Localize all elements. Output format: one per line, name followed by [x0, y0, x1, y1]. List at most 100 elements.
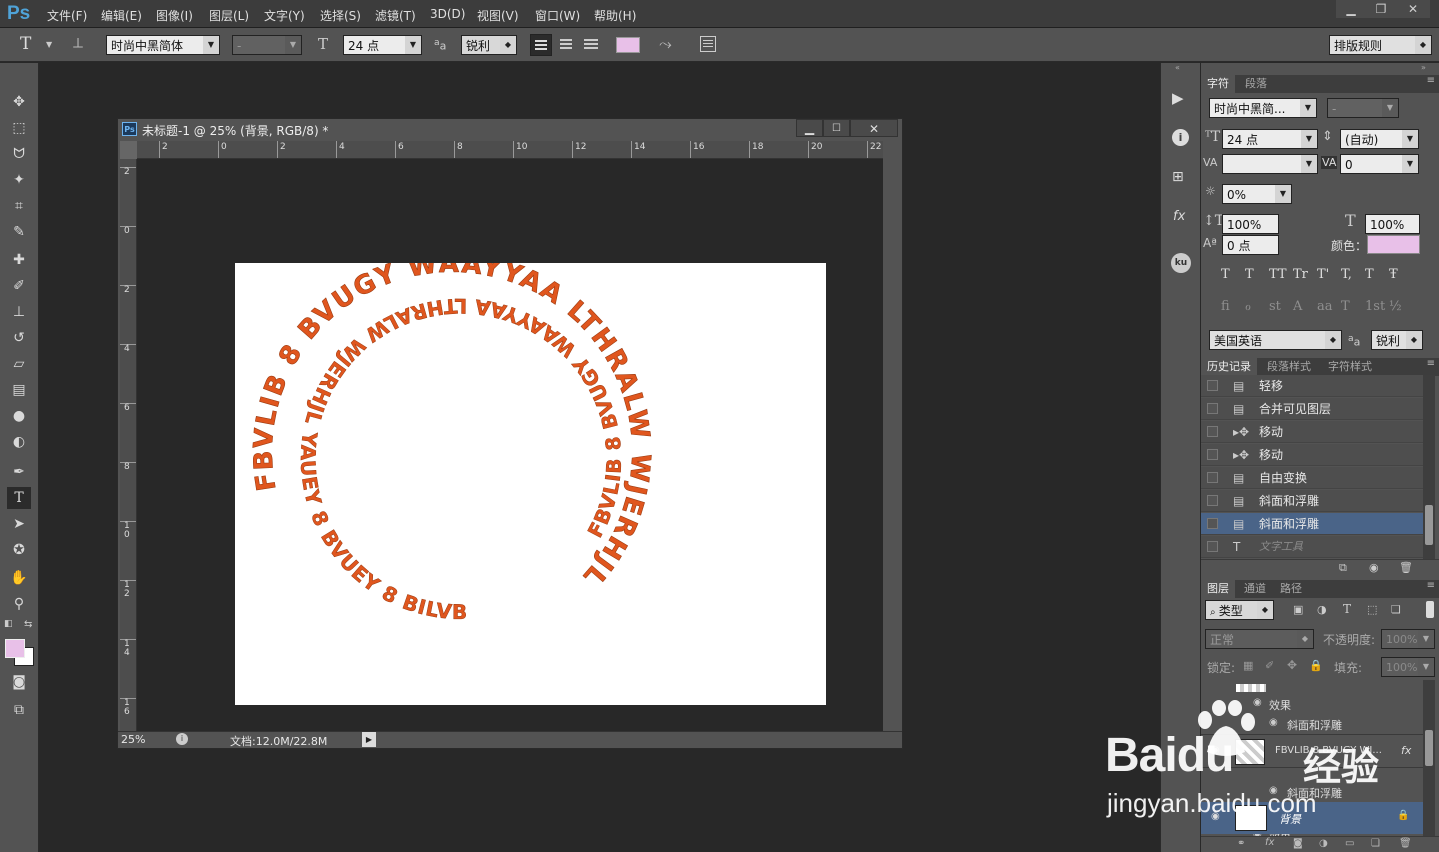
eraser-tool-icon[interactable]: ▱	[7, 353, 31, 375]
hand-tool-icon[interactable]: ✋	[7, 567, 31, 589]
fx-icon[interactable]: fx	[1401, 744, 1411, 757]
type-style-button[interactable]: T	[1365, 267, 1374, 282]
horizontal-scale-input[interactable]: 100%	[1365, 214, 1420, 234]
screen-mode-icon[interactable]: ⧉	[7, 699, 31, 721]
history-state[interactable]: ▤ 轻移	[1201, 375, 1423, 397]
status-menu-arrow-icon[interactable]: ▶	[362, 732, 376, 747]
path-selection-icon[interactable]: ➤	[7, 513, 31, 535]
text-orientation-icon[interactable]: ⟂	[73, 34, 83, 52]
menu-select[interactable]: 选择(S)	[320, 7, 361, 24]
stamp-tool-icon[interactable]: ⊥	[7, 301, 31, 323]
opentype-button[interactable]: fi	[1221, 299, 1230, 314]
pen-tool-icon[interactable]: ✒	[7, 461, 31, 483]
type-style-button[interactable]: T	[1221, 267, 1230, 282]
document-titlebar[interactable]: Ps 未标题-1 @ 25% (背景, RGB/8) * ▁ ☐ ✕	[118, 119, 902, 139]
eye-icon[interactable]: ◉	[1211, 811, 1220, 822]
eye-icon[interactable]: ◉	[1269, 717, 1278, 728]
text-color-swatch[interactable]	[616, 37, 640, 53]
opacity-input[interactable]: 100% ▼	[1381, 629, 1435, 649]
doc-maximize-button[interactable]: ☐	[823, 119, 850, 137]
tab-paragraph-styles[interactable]: 段落样式	[1261, 358, 1317, 376]
gradient-tool-icon[interactable]: ▤	[7, 379, 31, 401]
font-size-select[interactable]: 24 点 ▼	[343, 35, 422, 55]
leading-select[interactable]: (自动) ▼	[1340, 129, 1419, 149]
marquee-tool-icon[interactable]: ⬚	[7, 117, 31, 139]
background-layer-row[interactable]: ◉ 背景 🔒	[1201, 802, 1423, 834]
menu-image[interactable]: 图像(I)	[156, 7, 193, 24]
history-state[interactable]: ▤ 自由变换	[1201, 467, 1423, 489]
brush-tool-icon[interactable]: ✐	[7, 275, 31, 297]
eye-icon[interactable]: ◉	[1211, 745, 1220, 756]
lock-all-icon[interactable]: 🔒	[1309, 659, 1323, 672]
history-scrollbar[interactable]	[1423, 375, 1435, 559]
opentype-button[interactable]: A	[1293, 299, 1302, 314]
history-state[interactable]: ▤ 斜面和浮雕	[1201, 490, 1423, 512]
history-snapshot-checkbox[interactable]	[1207, 449, 1218, 460]
history-brush-icon[interactable]: ↺	[7, 327, 31, 349]
layer-effects-row-1[interactable]: ◉ 效果	[1201, 694, 1423, 714]
layer-filter-select[interactable]: ⌕ 类型 ◆	[1205, 600, 1274, 620]
tab-character[interactable]: 字符	[1201, 75, 1235, 93]
add-style-fx-icon[interactable]: fx	[1265, 837, 1274, 848]
crop-tool-icon[interactable]: ⌗	[7, 195, 31, 217]
type-tool-preset-icon[interactable]: T	[20, 34, 31, 54]
actions-play-icon[interactable]: ▶	[1172, 89, 1184, 107]
blur-tool-icon[interactable]: ●	[7, 405, 31, 427]
eye-icon[interactable]: ◉	[1269, 785, 1278, 796]
tab-channels[interactable]: 通道	[1238, 580, 1272, 598]
filter-adjustment-icon[interactable]: ◑	[1317, 603, 1327, 616]
tab-character-styles[interactable]: 字符样式	[1322, 358, 1378, 376]
doc-vertical-scrollbar[interactable]	[883, 141, 901, 731]
type-style-button[interactable]: T'	[1317, 267, 1329, 282]
history-state[interactable]: T 文字工具	[1201, 536, 1423, 558]
zoom-tool-icon[interactable]: ⚲	[7, 593, 31, 615]
type-style-button[interactable]: T,	[1341, 267, 1352, 282]
warp-text-icon[interactable]: ⤳	[659, 34, 672, 54]
kerning-select[interactable]: ▼	[1222, 154, 1318, 174]
menu-window[interactable]: 窗口(W)	[535, 7, 580, 24]
opentype-button[interactable]: aa	[1317, 299, 1333, 314]
char-font-style-select[interactable]: - ▼	[1327, 98, 1399, 118]
filter-toggle[interactable]	[1426, 601, 1434, 618]
opentype-button[interactable]: 1st	[1365, 299, 1385, 314]
app-minimize-button[interactable]: ▁	[1336, 0, 1366, 18]
menu-type[interactable]: 文字(Y)	[264, 7, 305, 24]
doc-minimize-button[interactable]: ▁	[796, 119, 823, 137]
menu-filter[interactable]: 滤镜(T)	[375, 7, 416, 24]
filter-type-icon[interactable]: T	[1343, 602, 1351, 616]
char-antialias-select[interactable]: 锐利 ◆	[1371, 330, 1423, 350]
character-color-swatch[interactable]	[1367, 235, 1420, 254]
history-snapshot-checkbox[interactable]	[1207, 518, 1218, 529]
eye-icon[interactable]: ◉	[1253, 697, 1262, 708]
align-left-button[interactable]	[530, 34, 552, 56]
font-style-select[interactable]: - ▼	[232, 35, 302, 55]
magic-wand-icon[interactable]: ✦	[7, 169, 31, 191]
fill-input[interactable]: 100% ▼	[1381, 657, 1435, 677]
align-right-button[interactable]	[580, 34, 602, 56]
tab-history[interactable]: 历史记录	[1201, 358, 1257, 376]
history-snapshot-checkbox[interactable]	[1207, 472, 1218, 483]
swatches-grid-icon[interactable]: ⊞	[1172, 169, 1184, 185]
snapshot-camera-icon[interactable]: ◉	[1369, 561, 1379, 574]
doc-close-button[interactable]: ✕	[850, 119, 898, 137]
swap-colors-icon[interactable]: ⇆	[24, 619, 32, 630]
collapse-strip-icon[interactable]: «	[1175, 63, 1180, 72]
composer-select[interactable]: 排版规则 ◆	[1329, 35, 1432, 55]
canvas-area[interactable]: FBVLIB 8 BVUGY WAAYYAA LTHRALW WJERHJL F…	[137, 159, 883, 731]
default-colors-icon[interactable]: ◧	[4, 619, 13, 629]
filter-shape-icon[interactable]: ⬚	[1367, 603, 1377, 616]
lock-transparent-icon[interactable]: ▦	[1243, 659, 1253, 672]
blend-mode-select[interactable]: 正常 ◆	[1205, 629, 1314, 649]
filter-smart-object-icon[interactable]: ❏	[1391, 603, 1401, 616]
align-center-button[interactable]	[555, 34, 577, 56]
history-snapshot-checkbox[interactable]	[1207, 495, 1218, 506]
menu-3d[interactable]: 3D(D)	[430, 7, 465, 21]
eyedropper-icon[interactable]: ✎	[7, 221, 31, 243]
tab-layers[interactable]: 图层	[1201, 580, 1235, 598]
lasso-tool-icon[interactable]: ᗢ	[7, 143, 31, 165]
history-state[interactable]: ▸✥ 移动	[1201, 444, 1423, 466]
foreground-color-swatch[interactable]	[5, 639, 25, 658]
opentype-button[interactable]: ½	[1389, 299, 1402, 314]
type-style-button[interactable]: Tr	[1293, 267, 1308, 282]
zoom-level[interactable]: 25%	[121, 733, 145, 746]
